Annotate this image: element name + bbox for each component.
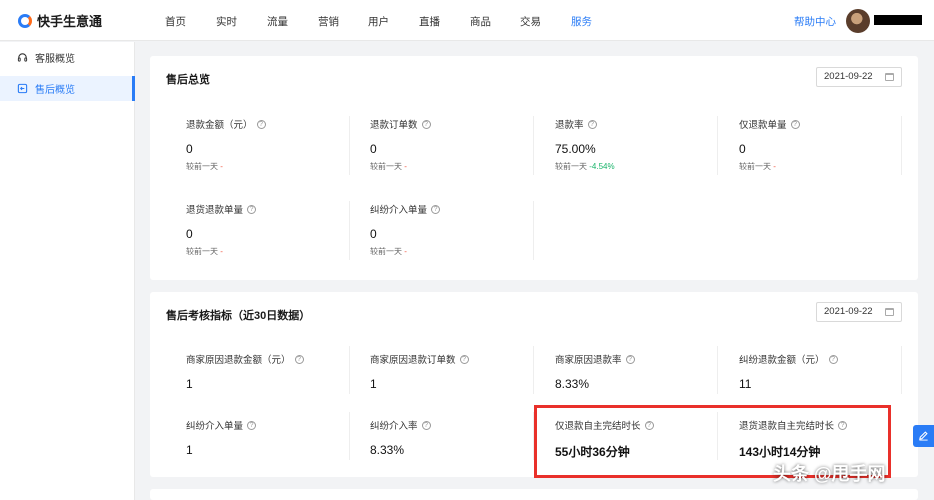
date-value: 2021-09-22	[824, 71, 873, 82]
metric-merchant-refund-rate: 商家原因退款率? 8.33%	[555, 352, 739, 391]
sidebar: 客服概览 售后概览	[0, 42, 135, 500]
nav-item-home[interactable]: 首页	[165, 14, 186, 29]
feedback-button[interactable]	[913, 425, 934, 447]
nav-item-live[interactable]: 直播	[419, 14, 440, 29]
metric-change: -	[773, 162, 776, 171]
aftersale-summary-card: 售后总览 2021-09-22 退款金额（元）? 0 较前一天 - 退款订单数?…	[150, 56, 918, 280]
edit-icon	[919, 431, 928, 441]
metric-value: 0	[370, 227, 377, 241]
compare-label: 较前一天	[186, 247, 218, 256]
metric-return-refund-count: 退货退款单量? 0 较前一天 -	[186, 202, 370, 257]
metric-change: -	[220, 162, 223, 171]
avatar[interactable]	[846, 9, 870, 33]
help-icon[interactable]: ?	[247, 420, 257, 430]
compare-label: 较前一天	[555, 162, 587, 171]
nav-item-marketing[interactable]: 营销	[318, 14, 339, 29]
compare-label: 较前一天	[739, 162, 771, 171]
metric-refund-rate: 退款率? 75.00% 较前一天 -4.54%	[555, 117, 739, 172]
metric-dispute-rate: 纠纷介入率? 8.33%	[370, 418, 554, 457]
nav-item-trade[interactable]: 交易	[520, 14, 541, 29]
metric-value: 8.33%	[370, 443, 405, 457]
metric-value: 0	[739, 142, 746, 156]
help-center-link[interactable]: 帮助中心	[794, 14, 836, 29]
sidebar-item-aftersale-overview[interactable]: 售后概览	[0, 76, 135, 101]
metric-dispute-refund-amount: 纠纷退款金额（元）? 11	[739, 352, 923, 391]
help-icon[interactable]: ?	[247, 204, 257, 214]
sidebar-item-label: 客服概览	[35, 54, 75, 65]
date-value: 2021-09-22	[824, 306, 873, 317]
help-icon[interactable]: ?	[625, 354, 635, 364]
help-icon[interactable]: ?	[587, 119, 597, 129]
help-icon[interactable]: ?	[790, 119, 800, 129]
metric-value: 11	[739, 377, 752, 391]
compare-label: 较前一天	[186, 162, 218, 171]
help-icon[interactable]: ?	[828, 354, 838, 364]
help-icon[interactable]: ?	[256, 119, 266, 129]
metric-refund-only-count: 仅退款单量? 0 较前一天 -	[739, 117, 923, 172]
metric-refund-orders: 退款订单数? 0 较前一天 -	[370, 117, 554, 172]
metric-merchant-refund-orders: 商家原因退款订单数? 1	[370, 352, 554, 391]
metric-value: 1	[186, 443, 193, 457]
sidebar-item-service-overview[interactable]: 客服概览	[0, 45, 135, 70]
metric-dispute-count: 纠纷介入单量? 1	[186, 418, 370, 457]
metric-change: -	[404, 162, 407, 171]
calendar-icon	[885, 308, 894, 316]
metric-value: 0	[186, 227, 193, 241]
compare-label: 较前一天	[370, 247, 402, 256]
metric-label: 纠纷介入单量	[186, 421, 244, 432]
metric-label: 纠纷退款金额（元）	[739, 355, 825, 366]
metric-label: 退款金额（元）	[186, 120, 253, 131]
date-picker[interactable]: 2021-09-22	[816, 302, 902, 322]
metric-merchant-refund-amount: 商家原因退款金额（元）? 1	[186, 352, 370, 391]
nav-item-realtime[interactable]: 实时	[216, 14, 237, 29]
next-card	[150, 489, 918, 500]
help-icon[interactable]: ?	[431, 204, 441, 214]
metric-change: -	[220, 247, 223, 256]
metric-label: 商家原因退款率	[555, 355, 622, 366]
headset-icon	[17, 53, 28, 62]
watermark: 头条 @甩手网	[773, 464, 886, 484]
metric-refund-amount: 退款金额（元）? 0 较前一天 -	[186, 117, 370, 172]
help-icon[interactable]: ?	[294, 354, 304, 364]
app-name: 快手生意通	[37, 14, 103, 29]
metric-label: 商家原因退款订单数	[370, 355, 456, 366]
metric-label: 商家原因退款金额（元）	[186, 355, 291, 366]
nav-item-users[interactable]: 用户	[368, 14, 389, 29]
metric-value: 75.00%	[555, 142, 596, 156]
metric-value: 0	[186, 142, 193, 156]
compare-label: 较前一天	[370, 162, 402, 171]
help-icon[interactable]: ?	[459, 354, 469, 364]
metric-value: 1	[370, 377, 377, 391]
card-title: 售后总览	[166, 74, 210, 86]
metric-label: 纠纷介入单量	[370, 205, 428, 216]
metric-value: 8.33%	[555, 377, 590, 391]
return-icon	[17, 83, 28, 94]
app-logo[interactable]: 快手生意通	[18, 11, 102, 30]
sidebar-item-label: 售后概览	[35, 85, 75, 96]
calendar-icon	[885, 73, 894, 81]
metric-value: 0	[370, 142, 377, 156]
metric-dispute-count: 纠纷介入单量? 0 较前一天 -	[370, 202, 554, 257]
metric-change: -4.54%	[589, 162, 615, 171]
metric-label: 退款率	[555, 120, 584, 131]
help-icon[interactable]: ?	[421, 119, 431, 129]
date-picker[interactable]: 2021-09-22	[816, 67, 902, 87]
metric-label: 纠纷介入率	[370, 421, 418, 432]
nav-item-service[interactable]: 服务	[571, 14, 592, 29]
logo-icon	[18, 13, 32, 28]
metric-label: 仅退款单量	[739, 120, 787, 131]
username-redacted	[874, 15, 922, 25]
nav-item-traffic[interactable]: 流量	[267, 14, 288, 29]
nav-item-products[interactable]: 商品	[470, 14, 491, 29]
metric-label: 退货退款单量	[186, 205, 244, 216]
metric-change: -	[404, 247, 407, 256]
card-title: 售后考核指标（近30日数据）	[166, 310, 311, 322]
metric-label: 退款订单数	[370, 120, 418, 131]
metric-value: 1	[186, 377, 193, 391]
help-icon[interactable]: ?	[421, 420, 431, 430]
top-nav: 快手生意通 首页 实时 流量 营销 用户 直播 商品 交易 服务 帮助中心	[0, 0, 934, 41]
